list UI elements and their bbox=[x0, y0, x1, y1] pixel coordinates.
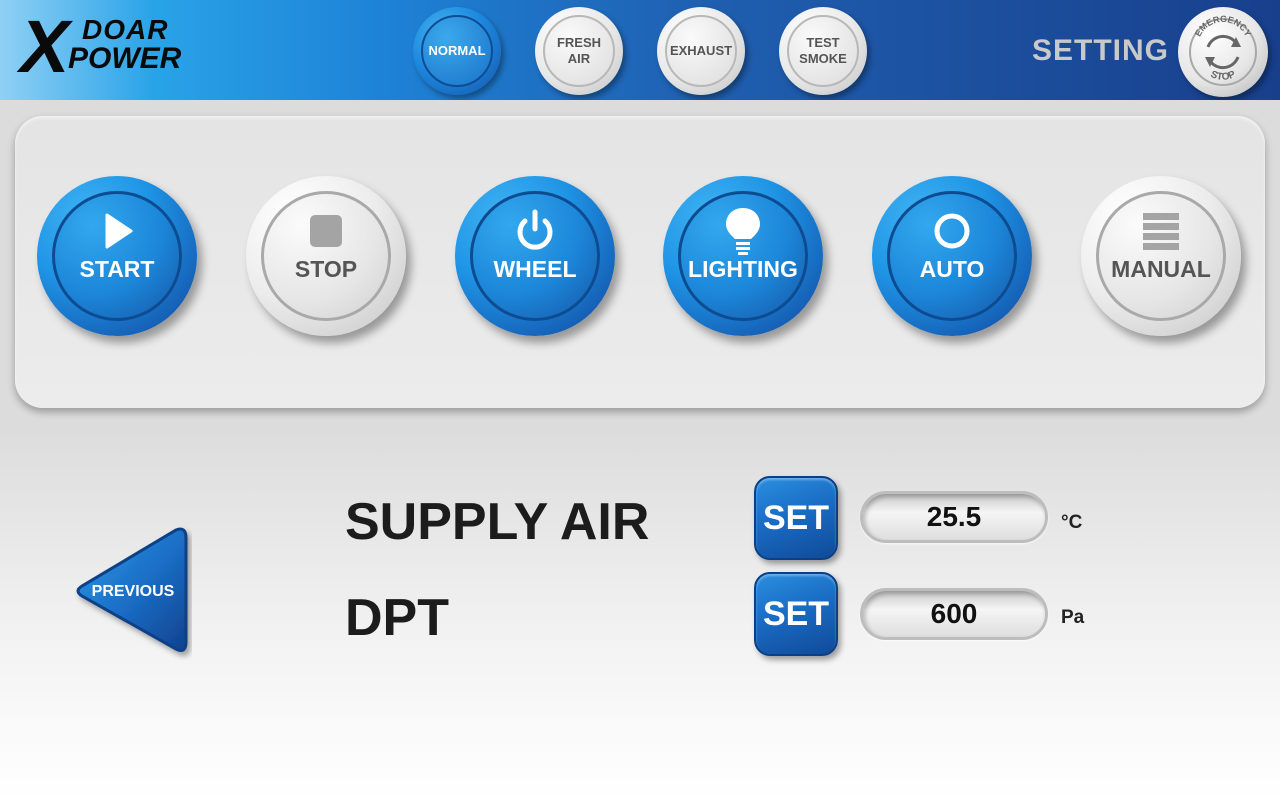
supply-air-label: SUPPLY AIR bbox=[345, 493, 650, 551]
lighting-label: LIGHTING bbox=[688, 256, 798, 282]
logo-doar-text: DOAR bbox=[82, 14, 169, 45]
mode-exhaust-label: EXHAUST bbox=[669, 43, 733, 58]
start-button[interactable]: START bbox=[37, 176, 197, 336]
svg-text:STOP: STOP bbox=[1209, 69, 1238, 83]
svg-text:EMERGENCY: EMERGENCY bbox=[1193, 14, 1253, 38]
mode-exhaust-button[interactable]: EXHAUST bbox=[657, 7, 745, 95]
previous-button[interactable]: PREVIOUS bbox=[72, 524, 192, 660]
emergency-stop-bottom-text: STOP bbox=[1209, 69, 1238, 83]
mode-fresh-air-label: FRESH AIR bbox=[556, 35, 602, 66]
start-label: START bbox=[79, 256, 155, 282]
supply-air-unit: °C bbox=[1061, 512, 1083, 533]
mode-normal-label: NORMAL bbox=[428, 43, 486, 58]
emergency-stop-top-text: EMERGENCY bbox=[1193, 14, 1253, 38]
logo-x-mark: X bbox=[20, 5, 70, 88]
mode-normal-button[interactable]: NORMAL bbox=[413, 7, 501, 95]
brand-logo: X DOAR POWER bbox=[20, 10, 190, 88]
stop-label: STOP bbox=[294, 256, 358, 282]
play-icon bbox=[105, 213, 133, 249]
manual-label: MANUAL bbox=[1111, 256, 1211, 282]
emergency-stop-button[interactable]: EMERGENCY STOP bbox=[1178, 7, 1268, 97]
circle-icon bbox=[934, 213, 970, 249]
bulb-icon bbox=[726, 208, 760, 255]
stop-icon bbox=[310, 215, 342, 247]
auto-label: AUTO bbox=[919, 256, 985, 282]
dpt-label: DPT bbox=[345, 589, 449, 647]
mode-test-smoke-button[interactable]: TEST SMOKE bbox=[779, 7, 867, 95]
wheel-label: WHEEL bbox=[493, 256, 577, 282]
setting-link[interactable]: SETTING bbox=[1032, 34, 1169, 68]
mode-fresh-air-button[interactable]: FRESH AIR bbox=[535, 7, 623, 95]
manual-button[interactable]: MANUAL bbox=[1081, 176, 1241, 336]
logo-power-text: POWER bbox=[68, 42, 182, 75]
lighting-button[interactable]: LIGHTING bbox=[663, 176, 823, 336]
stop-button[interactable]: STOP bbox=[246, 176, 406, 336]
power-icon bbox=[517, 209, 553, 250]
header-bar: X DOAR POWER NORMAL FRESH AIR EXHAUST TE… bbox=[0, 0, 1280, 100]
dpt-value[interactable]: 600 bbox=[860, 588, 1048, 640]
supply-air-value[interactable]: 25.5 bbox=[860, 491, 1048, 543]
dpt-set-button[interactable]: SET bbox=[754, 572, 838, 656]
mode-test-smoke-label: TEST SMOKE bbox=[799, 35, 847, 66]
parameters-section bbox=[0, 425, 1280, 800]
auto-button[interactable]: AUTO bbox=[872, 176, 1032, 336]
supply-air-set-button[interactable]: SET bbox=[754, 476, 838, 560]
dpt-unit: Pa bbox=[1061, 607, 1085, 628]
previous-label: PREVIOUS bbox=[91, 583, 175, 600]
menu-icon bbox=[1143, 213, 1179, 250]
control-panel bbox=[15, 116, 1265, 408]
emergency-stop-icon: EMERGENCY STOP bbox=[1189, 14, 1257, 86]
wheel-button[interactable]: WHEEL bbox=[455, 176, 615, 336]
